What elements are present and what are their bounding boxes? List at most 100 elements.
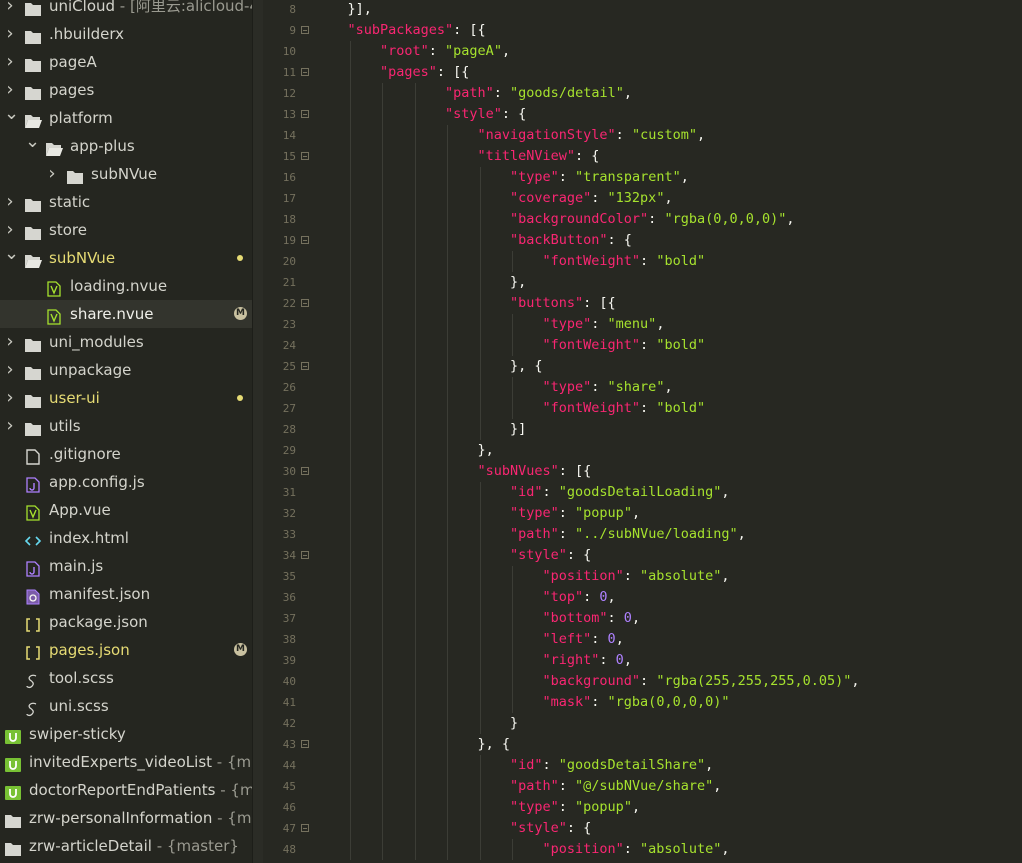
code-line[interactable]: "navigationStyle": "custom", <box>478 125 706 146</box>
tree-item[interactable]: ⌄ platform <box>0 104 252 132</box>
tree-item[interactable]: share.nvue M <box>0 300 252 328</box>
tree-item[interactable]: zrw-articleDetail - {master} <box>0 832 252 860</box>
code-line[interactable]: "type": "menu", <box>543 314 665 335</box>
tree-item[interactable]: manifest.json <box>0 580 252 608</box>
code-line[interactable]: "bottom": 0, <box>543 608 641 629</box>
tree-item[interactable]: doctorReportEndPatients - {ma <box>0 776 252 804</box>
tree-item[interactable]: uni.scss <box>0 692 252 720</box>
code-line[interactable]: "background": "rgba(255,255,255,0.05)", <box>543 671 860 692</box>
sidebar-splitter[interactable] <box>252 0 263 863</box>
chevron-down-icon[interactable]: ⌄ <box>4 244 19 272</box>
chevron-right-icon[interactable]: › <box>4 48 16 76</box>
code-line[interactable]: "buttons": [{ <box>510 293 616 314</box>
tree-item[interactable]: › uniCloud - [阿里云:alicloud-4 <box>0 0 252 20</box>
tree-item[interactable]: › pageA <box>0 48 252 76</box>
fold-toggle-icon[interactable] <box>301 299 309 307</box>
code-line[interactable]: }, { <box>478 734 511 755</box>
code-line[interactable]: "left": 0, <box>543 629 624 650</box>
tree-item[interactable]: ⌄ app-plus <box>0 132 252 160</box>
chevron-right-icon[interactable]: › <box>4 0 16 20</box>
tree-item[interactable]: › static <box>0 188 252 216</box>
code-line[interactable]: "subPackages": [{ <box>348 20 486 41</box>
code-line[interactable]: "id": "goodsDetailLoading", <box>510 482 729 503</box>
code-line[interactable]: "type": "share", <box>543 377 673 398</box>
tree-item[interactable]: main.js <box>0 552 252 580</box>
code-line[interactable]: "style": { <box>510 818 591 839</box>
code-line[interactable]: "style": { <box>445 104 526 125</box>
tree-item[interactable]: › unpackage <box>0 356 252 384</box>
fold-toggle-icon[interactable] <box>301 551 309 559</box>
fold-toggle-icon[interactable] <box>301 236 309 244</box>
tree-item[interactable]: invitedExperts_videoList - {mas <box>0 748 252 776</box>
chevron-right-icon[interactable]: › <box>4 216 16 244</box>
code-line[interactable]: "backButton": { <box>510 230 632 251</box>
tree-item[interactable]: app.config.js <box>0 468 252 496</box>
code-line[interactable]: }, <box>510 272 526 293</box>
tree-item[interactable]: › uni_modules <box>0 328 252 356</box>
code-line[interactable]: "mask": "rgba(0,0,0,0)" <box>543 692 730 713</box>
chevron-right-icon[interactable]: › <box>4 412 16 440</box>
chevron-right-icon[interactable]: › <box>4 328 16 356</box>
code-line[interactable]: }, { <box>510 356 543 377</box>
code-line[interactable]: "type": "transparent", <box>510 167 689 188</box>
chevron-right-icon[interactable]: › <box>4 384 16 412</box>
fold-toggle-icon[interactable] <box>301 467 309 475</box>
code-line[interactable]: "pages": [{ <box>380 62 469 83</box>
tree-item[interactable]: swiper-sticky <box>0 720 252 748</box>
code-line[interactable]: "position": "absolute", <box>543 839 730 860</box>
tree-item[interactable]: pages.json M <box>0 636 252 664</box>
code-line[interactable]: "fontWeight": "bold" <box>543 335 706 356</box>
chevron-down-icon[interactable]: ⌄ <box>4 104 19 132</box>
fold-toggle-icon[interactable] <box>301 110 309 118</box>
code-line[interactable]: "position": "absolute", <box>543 566 730 587</box>
chevron-right-icon[interactable]: › <box>46 160 58 188</box>
code-line[interactable]: "right": 0, <box>543 650 632 671</box>
code-line[interactable]: "type": "popup", <box>510 797 640 818</box>
chevron-down-icon[interactable]: ⌄ <box>25 132 40 160</box>
chevron-right-icon[interactable]: › <box>4 356 16 384</box>
code-line[interactable]: }] <box>510 419 526 440</box>
code-line[interactable]: "coverage": "132px", <box>510 188 673 209</box>
line-number: 12 <box>282 87 296 100</box>
code-line[interactable]: "path": "../subNVue/loading", <box>510 524 746 545</box>
fold-toggle-icon[interactable] <box>301 152 309 160</box>
fold-toggle-icon[interactable] <box>301 26 309 34</box>
code-line[interactable]: } <box>510 713 518 734</box>
tree-item[interactable]: .gitignore <box>0 440 252 468</box>
code-line[interactable]: }], <box>348 0 372 20</box>
code-line[interactable]: }, <box>478 440 494 461</box>
code-line[interactable]: "top": 0, <box>543 587 616 608</box>
tree-item[interactable]: › user-ui <box>0 384 252 412</box>
tree-item[interactable]: App.vue <box>0 496 252 524</box>
tree-item[interactable]: › subNVue <box>0 160 252 188</box>
fold-toggle-icon[interactable] <box>301 68 309 76</box>
chevron-right-icon[interactable]: › <box>4 76 16 104</box>
code-editor[interactable]: 8}], 9 "subPackages": [{10 "root": "pageA",… <box>263 0 1022 863</box>
tree-item[interactable]: index.html <box>0 524 252 552</box>
tree-item[interactable]: › utils <box>0 412 252 440</box>
code-line[interactable]: "id": "goodsDetailShare", <box>510 755 713 776</box>
code-line[interactable]: "type": "popup", <box>510 503 640 524</box>
chevron-right-icon[interactable]: › <box>4 20 16 48</box>
code-line[interactable]: "fontWeight": "bold" <box>543 398 706 419</box>
tree-item[interactable]: loading.nvue <box>0 272 252 300</box>
code-line[interactable]: "titleNView": { <box>478 146 600 167</box>
tree-item[interactable]: ⌄ subNVue <box>0 244 252 272</box>
tree-item[interactable]: › .hbuilderx <box>0 20 252 48</box>
tree-item[interactable]: package.json <box>0 608 252 636</box>
code-line[interactable]: "subNVues": [{ <box>478 461 592 482</box>
code-line[interactable]: "root": "pageA", <box>380 41 510 62</box>
fold-toggle-icon[interactable] <box>301 824 309 832</box>
code-line[interactable]: "fontWeight": "bold" <box>543 251 706 272</box>
code-line[interactable]: "path": "goods/detail", <box>445 83 632 104</box>
code-line[interactable]: "path": "@/subNVue/share", <box>510 776 721 797</box>
fold-toggle-icon[interactable] <box>301 362 309 370</box>
tree-item[interactable]: › pages <box>0 76 252 104</box>
tree-item[interactable]: › store <box>0 216 252 244</box>
tree-item[interactable]: tool.scss <box>0 664 252 692</box>
fold-toggle-icon[interactable] <box>301 740 309 748</box>
code-line[interactable]: "backgroundColor": "rgba(0,0,0,0)", <box>510 209 795 230</box>
tree-item[interactable]: zrw-personalInformation - {mas <box>0 804 252 832</box>
chevron-right-icon[interactable]: › <box>4 188 16 216</box>
code-line[interactable]: "style": { <box>510 545 591 566</box>
